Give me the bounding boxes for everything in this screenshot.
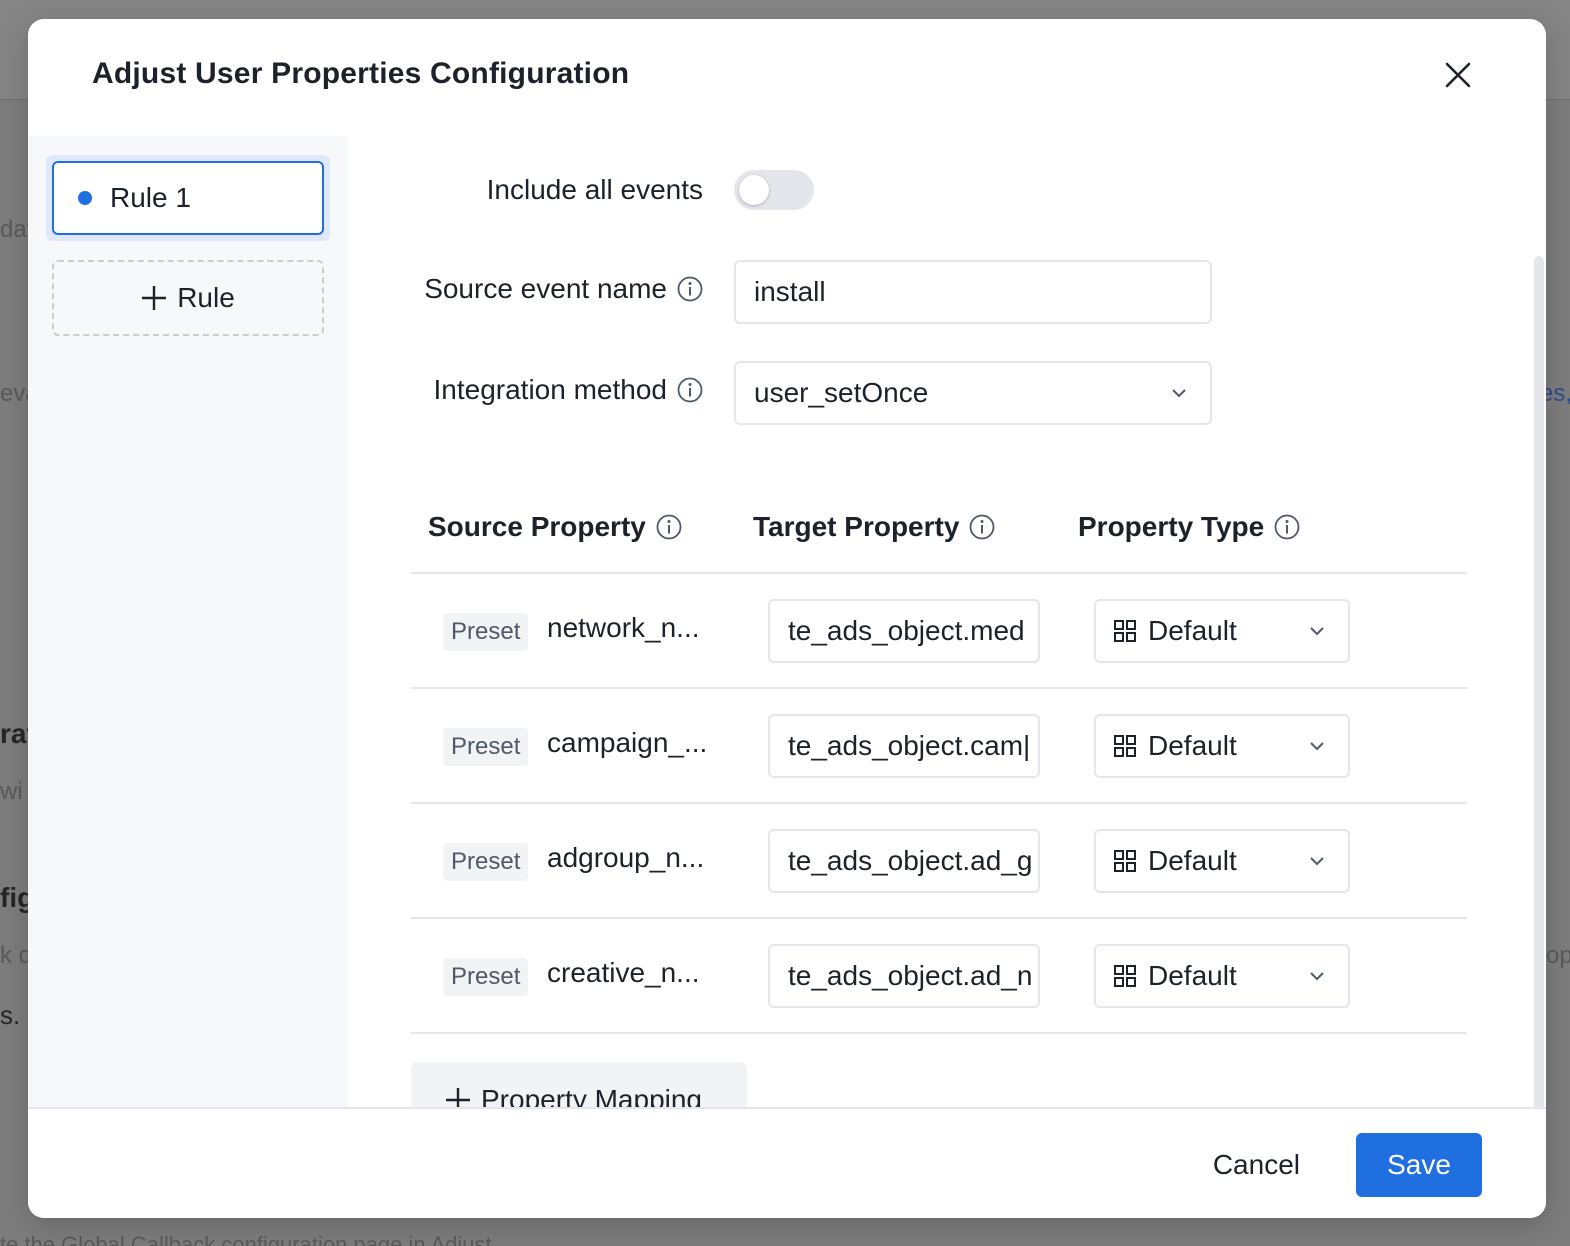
property-type-value: Default	[1148, 730, 1237, 761]
header-property-type: Property Type	[1078, 482, 1300, 572]
close-button[interactable]	[1440, 57, 1476, 93]
add-property-mapping-label: Property Mapping	[481, 1084, 703, 1107]
info-icon[interactable]	[969, 514, 995, 540]
plus-icon	[446, 1088, 470, 1107]
chevron-down-icon	[1310, 627, 1324, 636]
add-rule-button[interactable]: Rule	[52, 260, 324, 336]
header-target-property: Target Property	[753, 482, 995, 572]
property-type-select[interactable]: Default	[1094, 944, 1350, 1008]
grid-icon	[1114, 850, 1136, 872]
include-all-events-label: Include all events	[487, 174, 703, 206]
target-property-input[interactable]: te_ads_object.cam|	[768, 714, 1040, 778]
property-type-value: Default	[1148, 960, 1237, 991]
modal-title: Adjust User Properties Configuration	[92, 57, 630, 90]
include-all-events-toggle[interactable]	[734, 170, 814, 210]
add-rule-label: Rule	[177, 282, 235, 313]
rule-item-highlight: Rule 1	[46, 155, 330, 241]
target-property-input[interactable]: te_ads_object.ad_n	[768, 944, 1040, 1008]
property-type-value: Default	[1148, 615, 1237, 646]
property-type-select[interactable]: Default	[1094, 599, 1350, 663]
grid-icon	[1114, 735, 1136, 757]
source-event-text: Source event name	[424, 273, 667, 304]
chevron-down-icon	[1310, 972, 1324, 981]
cancel-button[interactable]: Cancel	[1192, 1133, 1320, 1197]
table-row: Preset campaign_... te_ads_object.cam| D…	[411, 689, 1467, 804]
rule-item-1[interactable]: Rule 1	[52, 161, 324, 235]
rules-sidebar: Rule 1 Rule	[28, 136, 348, 1107]
target-property-input[interactable]: te_ads_object.med	[768, 599, 1040, 663]
integration-method-select[interactable]: user_setOnce	[734, 361, 1212, 425]
table-row: Preset creative_n... te_ads_object.ad_n …	[411, 919, 1467, 1034]
rule-item-label: Rule 1	[110, 182, 191, 213]
preset-tag: Preset	[443, 958, 529, 996]
grid-icon	[1114, 965, 1136, 987]
source-property-name: creative_n...	[547, 957, 700, 988]
integration-method-value: user_setOnce	[754, 377, 929, 408]
header-source-property: Source Property	[428, 482, 682, 572]
background-text: wi	[0, 778, 23, 805]
background-text: te the Global Callback configuration pag…	[0, 1232, 492, 1246]
info-icon[interactable]	[677, 377, 703, 403]
source-event-label: Source event name	[424, 273, 703, 305]
preset-tag: Preset	[443, 843, 529, 881]
integration-method-label: Integration method	[434, 374, 704, 406]
integration-method-text: Integration method	[433, 374, 668, 405]
add-property-mapping-button[interactable]: Property Mapping	[411, 1062, 747, 1107]
table-row: Preset network_n... te_ads_object.med De…	[411, 574, 1467, 689]
info-icon[interactable]	[677, 276, 703, 302]
plus-icon	[142, 286, 167, 310]
save-button[interactable]: Save	[1356, 1133, 1482, 1197]
source-property-name: adgroup_n...	[547, 842, 705, 873]
source-property-name: network_n...	[547, 612, 700, 643]
content-scrollbar[interactable]	[1534, 256, 1544, 1107]
close-icon	[1445, 62, 1471, 88]
property-type-select[interactable]: Default	[1094, 714, 1350, 778]
chevron-down-icon	[1172, 389, 1186, 398]
property-type-value: Default	[1148, 845, 1237, 876]
info-icon[interactable]	[656, 514, 682, 540]
active-dot-icon	[78, 191, 92, 205]
chevron-down-icon	[1310, 857, 1324, 866]
chevron-down-icon	[1310, 742, 1324, 751]
header-type-text: Property Type	[1078, 511, 1265, 542]
table-row: Preset adgroup_n... te_ads_object.ad_g D…	[411, 804, 1467, 919]
modal-footer: Cancel Save	[28, 1107, 1546, 1218]
property-type-select[interactable]: Default	[1094, 829, 1350, 893]
grid-icon	[1114, 620, 1136, 642]
include-all-events-text: Include all events	[486, 174, 703, 205]
configuration-modal: Adjust User Properties Configuration Rul…	[28, 19, 1546, 1218]
info-icon[interactable]	[1274, 514, 1300, 540]
rule-content: Include all events Source event name ins…	[348, 136, 1546, 1107]
background-text: s.	[0, 1000, 21, 1030]
source-property-name: campaign_...	[547, 727, 708, 758]
header-source-text: Source Property	[428, 511, 646, 542]
toggle-knob	[739, 175, 769, 205]
preset-tag: Preset	[443, 728, 529, 766]
preset-tag: Preset	[443, 613, 529, 651]
modal-header: Adjust User Properties Configuration	[28, 19, 1546, 136]
background-text: op	[1546, 942, 1570, 969]
header-target-text: Target Property	[753, 511, 960, 542]
source-event-input[interactable]: install	[734, 260, 1212, 324]
target-property-input[interactable]: te_ads_object.ad_g	[768, 829, 1040, 893]
mapping-table-header: Source Property Target Property Property…	[411, 482, 1467, 574]
